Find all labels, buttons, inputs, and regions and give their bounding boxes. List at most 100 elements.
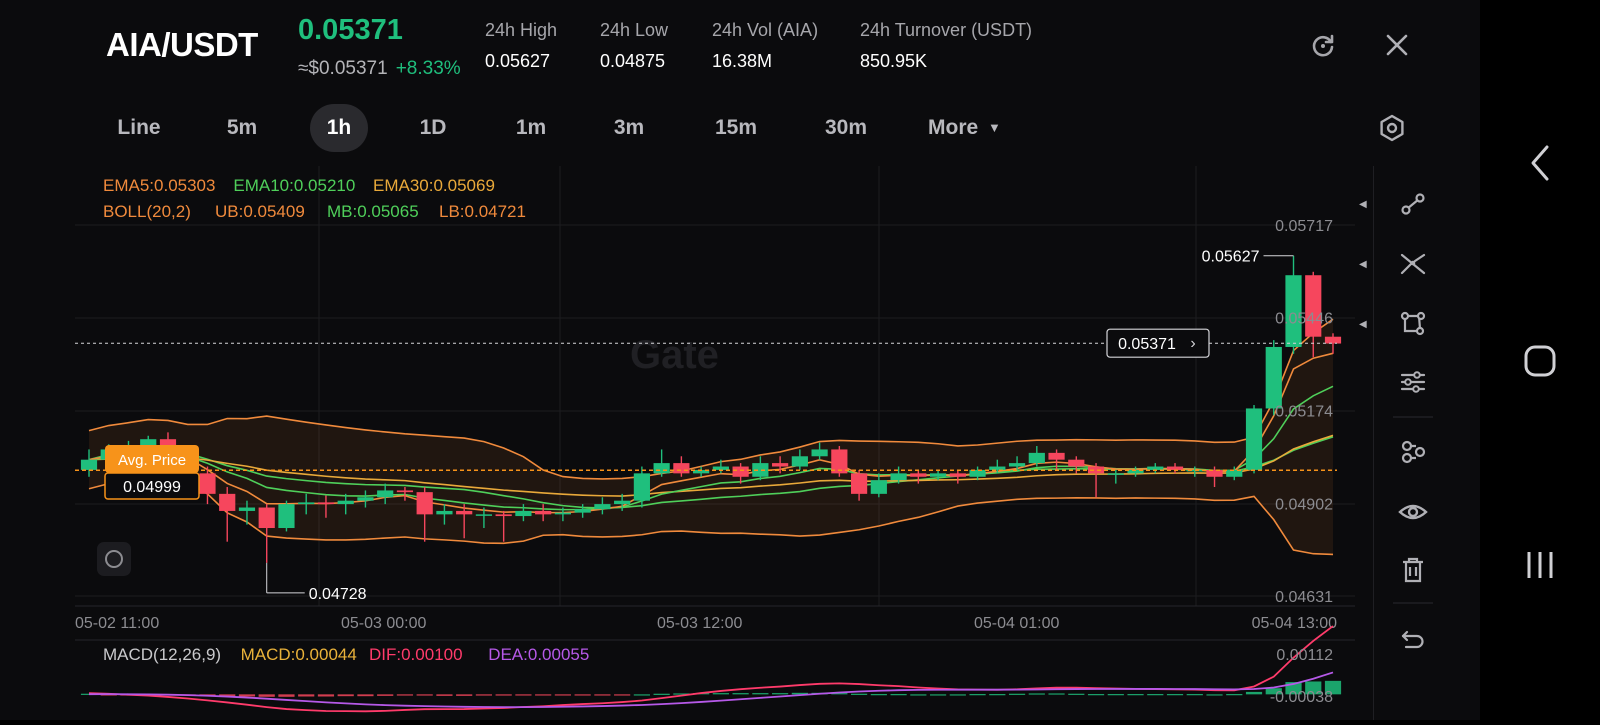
macd-legend-item: DEA:0.00055 xyxy=(488,645,589,664)
tool-cross-line[interactable]: ◀ xyxy=(1359,236,1453,292)
y-axis-tick: 0.05174 xyxy=(1275,404,1333,421)
candle-body xyxy=(791,456,808,467)
candle-body xyxy=(574,509,591,513)
header: AIA/USDT 0.05371 ≈$0.05371 +8.33% 24h Hig… xyxy=(0,0,1480,98)
refresh-button[interactable] xyxy=(1306,28,1340,62)
cross-line-icon xyxy=(1400,253,1426,275)
stat-low: 24h Low 0.04875 xyxy=(600,20,668,72)
chart-toggle-button xyxy=(97,542,131,576)
tool-visibility[interactable] xyxy=(1373,484,1453,540)
nav-recents-button[interactable] xyxy=(1515,540,1565,590)
macd-histogram-bar xyxy=(752,693,769,695)
ema-legend-item: EMA5:0.05303 xyxy=(103,176,215,195)
macd-histogram-bar xyxy=(910,694,927,696)
candle-body xyxy=(772,463,789,467)
nav-home-button[interactable] xyxy=(1515,336,1565,386)
kline-chart-svg[interactable]: Gate Avg. Price 0.04999 0.05371 › 0.05627 0.04… xyxy=(75,166,1365,720)
ema-legend-item: EMA30:0.05069 xyxy=(373,176,495,195)
expand-arrow-icon: ◀ xyxy=(1359,258,1367,270)
macd-histogram-bar xyxy=(238,694,256,697)
macd-histogram-bar xyxy=(594,694,611,696)
indicator-settings-icon xyxy=(1400,371,1426,393)
boll-legend-item: LB:0.04721 xyxy=(439,202,526,221)
macd-histogram-bar xyxy=(416,694,433,696)
macd-histogram-bar xyxy=(614,694,631,696)
macd-histogram-bar xyxy=(732,693,749,695)
tool-link[interactable] xyxy=(1373,424,1453,480)
close-button[interactable] xyxy=(1380,28,1414,62)
tab-line[interactable]: Line xyxy=(100,104,178,152)
candle-body xyxy=(1245,408,1263,470)
candle-body xyxy=(653,463,670,474)
candle-body xyxy=(436,510,453,515)
tab-3m[interactable]: 3m xyxy=(598,104,660,152)
candle-body xyxy=(1265,346,1282,409)
shape-tool-icon xyxy=(1400,311,1426,336)
macd-histogram-bar xyxy=(989,694,1006,696)
boll-legend-item: UB:0.05409 xyxy=(215,202,305,221)
tab-1h[interactable]: 1h xyxy=(310,104,368,152)
tool-shape[interactable]: ◀ xyxy=(1359,296,1453,352)
candle-body xyxy=(1028,452,1045,464)
macd-histogram-bar xyxy=(1245,691,1263,695)
trend-line-icon xyxy=(1401,193,1425,215)
kline-chart[interactable]: Gate Avg. Price 0.04999 0.05371 › 0.05627 0.04… xyxy=(75,166,1365,720)
tab-more[interactable]: More ▼ xyxy=(928,104,1018,152)
nav-back-button[interactable] xyxy=(1515,138,1565,188)
low-marker-label: 0.04728 xyxy=(309,586,367,603)
macd-histogram-bar xyxy=(357,694,374,697)
y-axis-tick: 0.05446 xyxy=(1275,311,1333,328)
candle-body xyxy=(1147,466,1164,470)
macd-histogram-bar xyxy=(396,694,414,696)
chart-settings-button[interactable] xyxy=(1374,110,1410,146)
macd-legend-item: MACD(12,26,9) xyxy=(103,645,221,664)
tab-30m[interactable]: 30m xyxy=(808,104,884,152)
candle-body xyxy=(377,490,394,498)
system-nav-bar xyxy=(1480,0,1600,720)
expand-arrow-icon: ◀ xyxy=(1359,318,1367,330)
candle-body xyxy=(495,514,512,517)
x-axis-tick: 05-02 11:00 xyxy=(75,615,159,632)
macd-histogram-bar xyxy=(850,693,868,695)
pair-title[interactable]: AIA/USDT xyxy=(106,26,258,64)
tab-1d[interactable]: 1D xyxy=(404,104,462,152)
macd-legend-item: DIF:0.00100 xyxy=(369,645,463,664)
macd-histogram-bar xyxy=(969,694,986,696)
stat-label: 24h Vol (AIA) xyxy=(712,20,819,40)
candle-body xyxy=(732,466,749,477)
tab-15m[interactable]: 15m xyxy=(700,104,772,152)
x-axis-tick: 05-04 01:00 xyxy=(974,615,1060,632)
candle-body xyxy=(317,502,335,505)
macd-histogram-bar xyxy=(317,694,335,697)
stat-turnover: 24h Turnover (USDT) 850.95K xyxy=(860,20,1032,72)
x-axis-tick: 05-04 13:00 xyxy=(1252,615,1338,632)
macd-histogram-bar xyxy=(278,694,295,697)
price-sub: ≈$0.05371 +8.33% xyxy=(298,58,461,80)
tool-trend-line[interactable]: ◀ xyxy=(1359,176,1453,232)
macd-histogram-bar xyxy=(712,693,729,695)
macd-histogram-bar xyxy=(1226,694,1243,696)
stat-high: 24h High 0.05627 xyxy=(485,20,557,72)
home-icon xyxy=(1524,345,1556,377)
candle-body xyxy=(910,473,927,477)
tool-delete[interactable] xyxy=(1373,542,1453,598)
macd-histogram-bar xyxy=(1166,694,1184,696)
macd-histogram-bar xyxy=(495,694,512,696)
tab-5m[interactable]: 5m xyxy=(206,104,278,152)
macd-legend-item: MACD:0.00044 xyxy=(241,645,357,664)
undo-icon xyxy=(1401,630,1424,649)
macd-histogram-bar xyxy=(258,694,275,697)
tool-undo[interactable] xyxy=(1373,612,1453,668)
ema-legend-item: EMA10:0.05210 xyxy=(233,176,355,195)
high-marker-label: 0.05627 xyxy=(1202,249,1260,266)
candle-body xyxy=(258,507,275,529)
candle-body xyxy=(1068,459,1085,467)
macd-histogram-bar xyxy=(772,693,789,695)
candle-body xyxy=(456,510,473,515)
y-axis-tick: 0.05717 xyxy=(1275,218,1333,235)
tool-indicator-settings[interactable] xyxy=(1373,354,1453,410)
macd-histogram-bar xyxy=(653,693,670,695)
tab-1m[interactable]: 1m xyxy=(500,104,562,152)
candle-body xyxy=(989,466,1006,470)
stat-label: 24h Turnover (USDT) xyxy=(860,20,1033,40)
